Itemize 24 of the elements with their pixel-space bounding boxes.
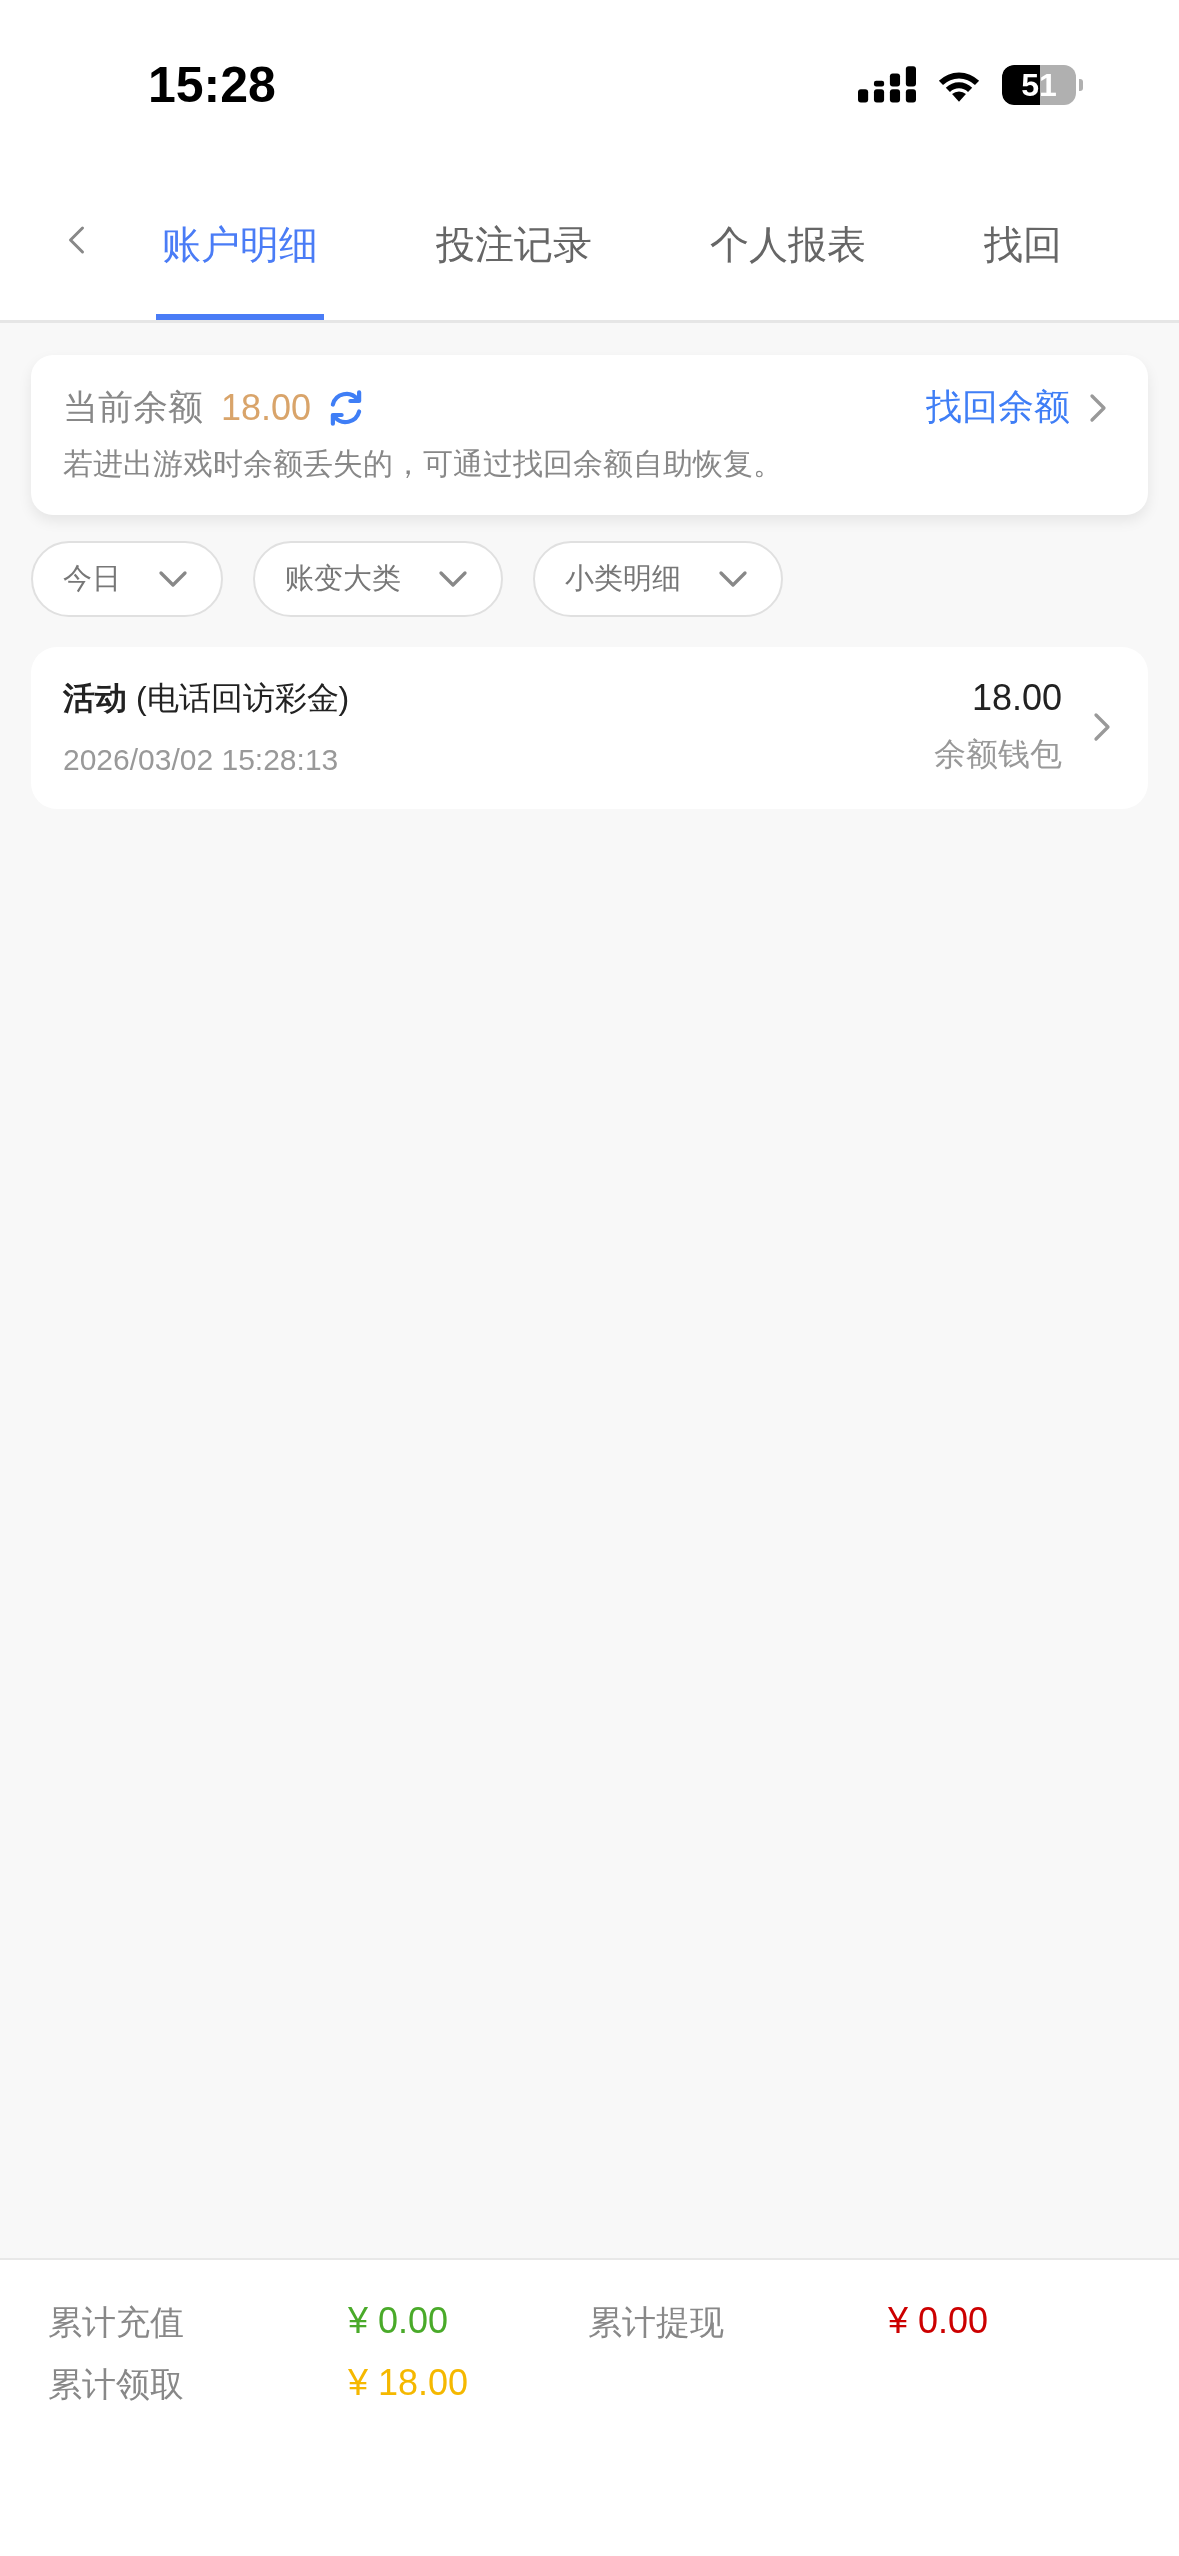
total-value: ¥ 18.00 xyxy=(348,2362,470,2405)
tab[interactable]: 找回 xyxy=(978,170,1068,320)
filter-dropdown[interactable]: 今日 xyxy=(31,541,223,617)
total-label: 累计提现 xyxy=(588,2302,725,2343)
record-wallet: 余额钱包 xyxy=(934,735,1062,774)
tab[interactable]: 账户明细 xyxy=(156,170,324,320)
total-label: 累计充值 xyxy=(48,2302,185,2343)
balance-amount: 18.00 xyxy=(221,386,312,429)
total-value: ¥ 0.00 xyxy=(348,2300,450,2343)
record-title: 活动 (电话回访彩金) xyxy=(63,679,351,718)
clock-time: 15:28 xyxy=(148,56,276,114)
filter-dropdown[interactable]: 小类明细 xyxy=(533,541,783,617)
balance-note: 若进出游戏时余额丢失的，可通过找回余额自助恢复。 xyxy=(63,446,784,482)
balance-label: 当前余额 xyxy=(63,386,203,428)
recover-balance-link[interactable]: 找回余额 xyxy=(926,383,1070,432)
total-label: 累计领取 xyxy=(48,2364,185,2405)
tab[interactable]: 个人报表 xyxy=(704,170,872,320)
record-card[interactable]: 活动 (电话回访彩金) 2026/03/02 15:28:13 18.00 余额钱包 xyxy=(31,647,1148,809)
record-time: 2026/03/02 15:28:13 xyxy=(63,743,340,777)
tab[interactable]: 投注记录 xyxy=(430,170,598,320)
signal-icon xyxy=(858,66,916,104)
filter-dropdown[interactable]: 账变大类 xyxy=(253,541,503,617)
record-amount: 18.00 xyxy=(971,677,1062,719)
total-value: ¥ 0.00 xyxy=(888,2300,990,2343)
